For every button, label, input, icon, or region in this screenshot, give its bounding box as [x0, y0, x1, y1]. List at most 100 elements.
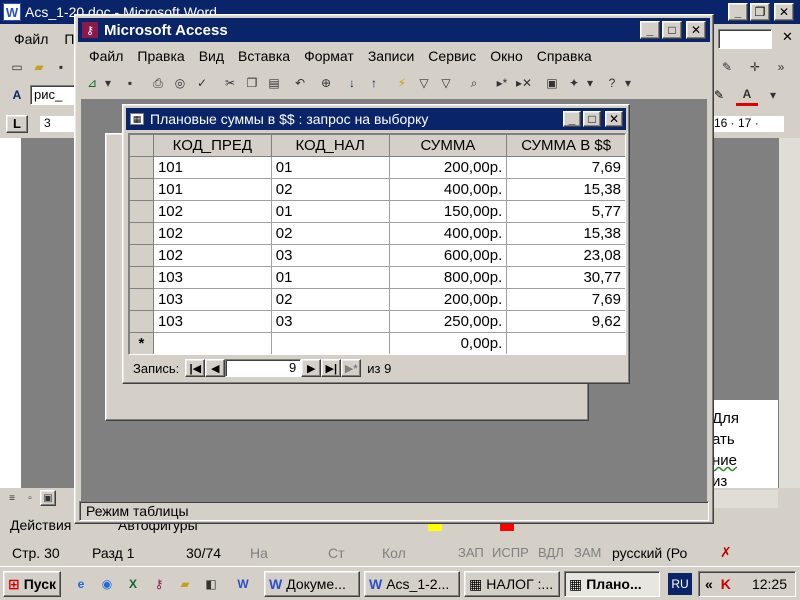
cell-kod-pred[interactable]: 103	[152, 288, 272, 311]
sort-ascending-icon[interactable]: ↓	[341, 72, 363, 94]
cell-summa[interactable]: 250,00р.	[388, 310, 508, 333]
cell-kod-pred[interactable]: 102	[152, 200, 272, 223]
access-quick-icon[interactable]: ⚷	[148, 573, 170, 595]
cell-summa[interactable]: 200,00р.	[388, 288, 508, 311]
access-titlebar[interactable]: ⚷ Microsoft Access _ □ ✕	[78, 18, 710, 42]
undo-icon[interactable]: ↶	[289, 72, 311, 94]
explorer-icon[interactable]: ◧	[200, 573, 222, 595]
cell-kod-nal[interactable]: 02	[270, 288, 390, 311]
access-close-button[interactable]: ✕	[686, 21, 706, 39]
cell-kod-pred[interactable]: 102	[152, 222, 272, 245]
brush-icon[interactable]: ✎	[716, 56, 738, 78]
help-icon[interactable]: ?	[601, 72, 623, 94]
word-quick-icon[interactable]: W	[232, 573, 254, 595]
column-header-kod-pred[interactable]: КОД_ПРЕД	[152, 134, 272, 157]
taskbar-button-documents[interactable]: W Докуме...	[264, 571, 360, 597]
new-object-icon[interactable]: ✦	[563, 72, 585, 94]
cell-kod-pred[interactable]: 101	[152, 178, 272, 201]
access-menu-tools[interactable]: Сервис	[428, 48, 476, 68]
cell-kod-pred[interactable]	[152, 332, 272, 354]
status-ovr[interactable]: ЗАМ	[574, 545, 601, 560]
print-icon[interactable]: ⎙	[147, 72, 169, 94]
row-selector[interactable]	[129, 178, 154, 201]
word-menu-file[interactable]: Файл	[14, 31, 48, 47]
access-menu-insert[interactable]: Вставка	[238, 48, 290, 68]
tray-chevron-icon[interactable]: «	[705, 576, 713, 592]
taskbar-button-planned-sums[interactable]: ▦ Плано...	[564, 571, 660, 597]
copy-icon[interactable]: ❐	[241, 72, 263, 94]
query-minimize-button[interactable]: _	[563, 111, 581, 127]
access-menu-edit[interactable]: Правка	[137, 48, 184, 68]
cell-summa[interactable]: 600,00р.	[388, 244, 508, 267]
current-record-field[interactable]: 9	[225, 359, 302, 377]
table-row[interactable]: 103 02 200,00р. 7,69	[129, 288, 625, 311]
language-indicator[interactable]: RU	[668, 573, 692, 595]
cell-summa[interactable]: 200,00р.	[388, 156, 508, 179]
word-horizontal-scrollbar[interactable]	[712, 490, 778, 508]
save-icon[interactable]: ▪	[119, 72, 141, 94]
row-selector[interactable]	[129, 222, 154, 245]
word-help-box[interactable]	[718, 29, 772, 49]
cell-summa-usd[interactable]: 15,38	[506, 222, 625, 245]
row-selector[interactable]	[129, 244, 154, 267]
word-restore-button[interactable]: ❐	[750, 3, 770, 21]
cell-summa-usd[interactable]	[506, 332, 625, 354]
access-menu-view[interactable]: Вид	[199, 48, 224, 68]
cell-kod-nal[interactable]: 03	[270, 310, 390, 333]
filter-by-form-icon[interactable]: ▽	[413, 72, 435, 94]
new-doc-icon[interactable]: ▭	[6, 56, 28, 78]
font-color-icon[interactable]: A	[736, 84, 758, 106]
word-minimize-button[interactable]: _	[728, 3, 748, 21]
sort-descending-icon[interactable]: ↑	[363, 72, 385, 94]
cell-summa-usd[interactable]: 9,62	[506, 310, 625, 333]
cell-summa-usd[interactable]: 15,38	[506, 178, 625, 201]
view-dropdown-icon[interactable]: ▾	[103, 72, 113, 94]
column-header-summa-usd[interactable]: СУММА В $$	[506, 134, 625, 157]
query-close-button[interactable]: ✕	[605, 111, 623, 127]
taskbar-button-acs-doc[interactable]: W Acs_1-2...	[364, 571, 460, 597]
cell-summa-usd[interactable]: 5,77	[506, 200, 625, 223]
table-row[interactable]: 102 01 150,00р. 5,77	[129, 200, 625, 223]
access-menu-format[interactable]: Формат	[304, 48, 354, 68]
word-style-field[interactable]: рис_	[30, 85, 76, 105]
table-row[interactable]: 101 01 200,00р. 7,69	[129, 156, 625, 179]
query-maximize-button[interactable]: □	[583, 111, 601, 127]
cell-kod-nal[interactable]: 03	[270, 244, 390, 267]
word-vertical-scrollbar[interactable]	[778, 138, 800, 488]
print-preview-icon[interactable]: ◎	[169, 72, 191, 94]
cell-kod-nal[interactable]: 01	[270, 200, 390, 223]
query-titlebar[interactable]: ▦ Плановые суммы в $$ : запрос на выборк…	[126, 108, 626, 130]
clock[interactable]: 12:25	[752, 576, 787, 592]
outlook-icon[interactable]: ◉	[96, 573, 118, 595]
cell-summa-usd[interactable]: 7,69	[506, 288, 625, 311]
row-selector[interactable]	[129, 156, 154, 179]
new-record-icon[interactable]: ▸*	[491, 72, 513, 94]
cell-kod-pred[interactable]: 101	[152, 156, 272, 179]
access-menu-records[interactable]: Записи	[368, 48, 414, 68]
spelling-icon[interactable]: ✓	[191, 72, 213, 94]
cell-summa-usd[interactable]: 30,77	[506, 266, 625, 289]
cross-icon[interactable]: ✛	[744, 56, 766, 78]
cell-kod-nal[interactable]: 02	[270, 222, 390, 245]
drawing-actions-menu[interactable]: Действия	[10, 517, 71, 533]
normal-view-icon[interactable]: ≡	[4, 490, 20, 506]
cell-summa[interactable]: 400,00р.	[388, 178, 508, 201]
access-minimize-button[interactable]: _	[640, 21, 660, 39]
cell-kod-pred[interactable]: 102	[152, 244, 272, 267]
column-header-summa[interactable]: СУММА	[388, 134, 508, 157]
word-help-close-icon[interactable]: ✕	[782, 29, 793, 45]
cell-kod-nal[interactable]: 01	[270, 156, 390, 179]
new-object-dropdown-icon[interactable]: ▾	[585, 72, 595, 94]
folder-icon[interactable]: ▰	[174, 573, 196, 595]
ie-icon[interactable]: e	[70, 573, 92, 595]
cell-kod-nal[interactable]: 01	[270, 266, 390, 289]
table-row[interactable]: 101 02 400,00р. 15,38	[129, 178, 625, 201]
cell-summa-usd[interactable]: 7,69	[506, 156, 625, 179]
column-header-kod-nal[interactable]: КОД_НАЛ	[270, 134, 390, 157]
delete-record-icon[interactable]: ▸✕	[513, 72, 535, 94]
help-dropdown-icon[interactable]: ▾	[623, 72, 633, 94]
cell-kod-nal[interactable]: 02	[270, 178, 390, 201]
save-icon[interactable]: ▪	[50, 56, 72, 78]
print-view-icon[interactable]: ▣	[40, 490, 56, 506]
word-close-button[interactable]: ✕	[774, 3, 794, 21]
